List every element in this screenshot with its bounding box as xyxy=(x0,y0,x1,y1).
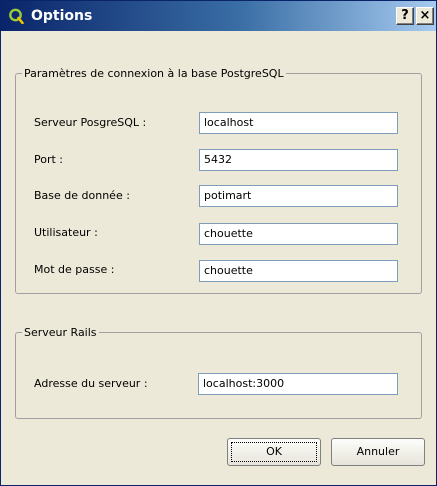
user-label: Utilisateur : xyxy=(34,226,98,239)
ok-button-label: OK xyxy=(231,442,317,462)
database-label: Base de donnée : xyxy=(34,189,130,202)
help-button[interactable]: ? xyxy=(396,7,414,25)
postgres-group-title: Paramètres de connexion à la base Postgr… xyxy=(22,66,286,81)
cancel-button[interactable]: Annuler xyxy=(331,438,425,466)
server-address-input[interactable]: localhost:3000 xyxy=(198,373,398,395)
options-dialog: Options ? × Paramètres de connexion à la… xyxy=(0,0,437,486)
qgis-icon xyxy=(9,8,24,24)
close-button[interactable]: × xyxy=(416,7,434,25)
port-label: Port : xyxy=(34,153,64,166)
window-title: Options xyxy=(31,8,93,24)
rails-group-title: Serveur Rails xyxy=(22,325,99,340)
server-input[interactable]: localhost xyxy=(199,112,398,134)
title-bar[interactable]: Options ? × xyxy=(1,1,436,31)
user-input[interactable]: chouette xyxy=(199,223,398,245)
password-label: Mot de passe : xyxy=(34,263,115,276)
server-label: Serveur PosgreSQL : xyxy=(34,116,147,129)
ok-button[interactable]: OK xyxy=(227,438,321,466)
password-input[interactable]: chouette xyxy=(199,260,398,282)
server-address-label: Adresse du serveur : xyxy=(34,377,148,390)
database-input[interactable]: potimart xyxy=(199,185,398,207)
port-input[interactable]: 5432 xyxy=(199,149,398,171)
